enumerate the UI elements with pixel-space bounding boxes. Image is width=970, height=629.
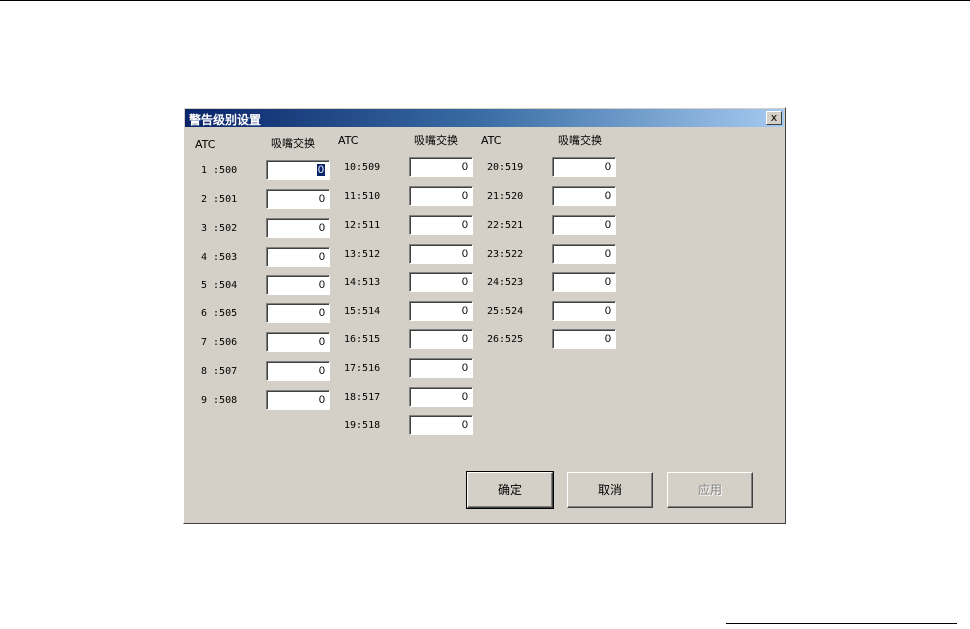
atc-row-label: 1 :500 (201, 165, 238, 176)
nozzle-change-input[interactable]: 0 (409, 301, 473, 321)
atc-row-label: 15:514 (344, 306, 381, 317)
atc-row-label: 4 :503 (201, 252, 238, 263)
atc-row-label: 12:511 (344, 220, 381, 231)
close-icon: x (770, 111, 778, 124)
atc-row-label: 23:522 (487, 249, 524, 260)
atc-row-label: 6 :505 (201, 308, 238, 319)
warning-level-dialog: 警告级别设置 x ATC 吸嘴交换 ATC 吸嘴交换 ATC 吸嘴交换 1 :5… (183, 107, 786, 524)
dialog-title: 警告级别设置 (189, 113, 262, 127)
atc-row-label: 19:518 (344, 420, 381, 431)
apply-button[interactable]: 应用 (667, 472, 753, 508)
atc-header-col3: ATC (481, 134, 502, 147)
nozzle-change-input[interactable]: 0 (409, 186, 473, 206)
nozzle-change-input[interactable]: 0 (266, 275, 330, 295)
nozzle-change-input[interactable]: 0 (552, 301, 616, 321)
nozzle-change-input[interactable]: 0 (266, 303, 330, 323)
atc-row-label: 21:520 (487, 191, 524, 202)
atc-row-label: 25:524 (487, 306, 524, 317)
nozzle-change-input[interactable]: 0 (266, 189, 330, 209)
atc-row-label: 16:515 (344, 334, 381, 345)
nozzle-change-input[interactable]: 0 (409, 415, 473, 435)
atc-row-label: 18:517 (344, 392, 381, 403)
ok-button[interactable]: 确定 (466, 471, 554, 509)
nozzle-change-input[interactable]: 0 (409, 244, 473, 264)
nozzle-change-input[interactable]: 0 (266, 390, 330, 410)
nozzle-change-header-col3: 吸嘴交换 (558, 134, 602, 147)
bottom-rule (726, 623, 957, 624)
atc-row-label: 8 :507 (201, 366, 238, 377)
atc-row-label: 22:521 (487, 220, 524, 231)
close-button[interactable]: x (766, 111, 782, 125)
atc-row-label: 11:510 (344, 191, 381, 202)
atc-row-label: 24:523 (487, 277, 524, 288)
atc-row-label: 9 :508 (201, 395, 238, 406)
atc-row-label: 13:512 (344, 249, 381, 260)
nozzle-change-input[interactable]: 0 (266, 218, 330, 238)
atc-row-label: 20:519 (487, 162, 524, 173)
atc-row-label: 26:525 (487, 334, 524, 345)
top-rule (0, 0, 970, 1)
nozzle-change-input[interactable]: 0 (409, 215, 473, 235)
nozzle-change-input[interactable]: 0 (552, 329, 616, 349)
nozzle-change-input[interactable]: 0 (409, 358, 473, 378)
nozzle-change-input[interactable]: 0 (552, 215, 616, 235)
nozzle-change-input[interactable]: 0 (409, 272, 473, 292)
atc-row-label: 7 :506 (201, 337, 238, 348)
nozzle-change-input[interactable]: 0 (409, 387, 473, 407)
atc-row-label: 2 :501 (201, 194, 238, 205)
field-value: 0 (316, 164, 325, 176)
nozzle-change-input[interactable]: 0 (266, 247, 330, 267)
nozzle-change-input[interactable]: 0 (266, 160, 330, 180)
nozzle-change-input[interactable]: 0 (552, 186, 616, 206)
nozzle-change-input[interactable]: 0 (266, 332, 330, 352)
nozzle-change-input[interactable]: 0 (552, 244, 616, 264)
nozzle-change-input[interactable]: 0 (552, 157, 616, 177)
nozzle-change-input[interactable]: 0 (266, 361, 330, 381)
atc-row-label: 17:516 (344, 363, 381, 374)
atc-row-label: 5 :504 (201, 280, 238, 291)
nozzle-change-input[interactable]: 0 (552, 272, 616, 292)
nozzle-change-input[interactable]: 0 (409, 157, 473, 177)
nozzle-change-header-col2: 吸嘴交换 (414, 134, 458, 147)
nozzle-change-input[interactable]: 0 (409, 329, 473, 349)
title-bar[interactable]: 警告级别设置 x (185, 109, 784, 127)
atc-header-col1: ATC (195, 138, 216, 151)
atc-header-col2: ATC (338, 134, 359, 147)
nozzle-change-header-col1: 吸嘴交换 (271, 137, 315, 150)
cancel-button[interactable]: 取消 (567, 472, 653, 508)
atc-row-label: 3 :502 (201, 223, 238, 234)
atc-row-label: 14:513 (344, 277, 381, 288)
atc-row-label: 10:509 (344, 162, 381, 173)
